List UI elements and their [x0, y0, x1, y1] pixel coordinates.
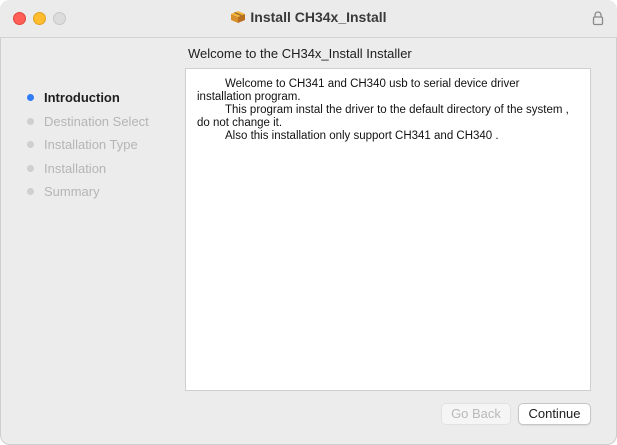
step-summary: Summary	[26, 184, 186, 208]
package-icon	[231, 11, 246, 23]
title-bar: Install CH34x_Install	[0, 0, 617, 38]
step-label: Installation Type	[44, 137, 138, 152]
intro-paragraph-2: This program instal the driver to the de…	[197, 104, 578, 117]
step-installation-type: Installation Type	[26, 137, 186, 161]
step-dot-icon	[27, 188, 34, 195]
introduction-text-panel[interactable]: Welcome to CH341 and CH340 usb to serial…	[185, 68, 591, 391]
intro-line: This program instal the driver to the de…	[225, 104, 569, 116]
intro-paragraph-3: Also this installation only support CH34…	[197, 130, 578, 143]
current-step-dot-icon	[27, 94, 34, 101]
intro-paragraph-1: Welcome to CH341 and CH340 usb to serial…	[197, 78, 578, 91]
step-dot-icon	[27, 117, 34, 125]
step-installation: Installation	[26, 161, 186, 185]
step-label: Destination Select	[44, 113, 149, 129]
step-label: Introduction	[44, 90, 120, 105]
step-introduction: Introduction	[26, 90, 186, 114]
installer-subtitle: Welcome to the CH34x_Install Installer	[188, 46, 412, 61]
intro-paragraph-1-cont: installation program.	[197, 91, 578, 104]
step-dot-icon	[27, 141, 34, 148]
step-label: Installation	[44, 160, 107, 176]
intro-line: installation program.	[197, 91, 301, 103]
intro-paragraph-2-cont: do not change it.	[197, 117, 578, 130]
continue-button[interactable]: Continue	[518, 403, 591, 425]
intro-line: do not change it.	[197, 117, 283, 129]
lock-icon	[592, 11, 604, 26]
installer-window: Install CH34x_Install Welcome to the CH3…	[0, 0, 617, 445]
window-title-group: Install CH34x_Install	[0, 9, 617, 25]
intro-line: Welcome to CH341 and CH340 usb to serial…	[225, 78, 520, 90]
window-title: Install CH34x_Install	[250, 9, 387, 25]
intro-line: Also this installation only support CH34…	[225, 130, 499, 142]
go-back-button[interactable]: Go Back	[441, 403, 511, 425]
step-destination-select: Destination Select	[26, 114, 186, 138]
step-label: Summary	[44, 184, 100, 199]
steps-sidebar: Introduction Destination Select Installa…	[26, 90, 186, 208]
step-dot-icon	[27, 164, 34, 172]
